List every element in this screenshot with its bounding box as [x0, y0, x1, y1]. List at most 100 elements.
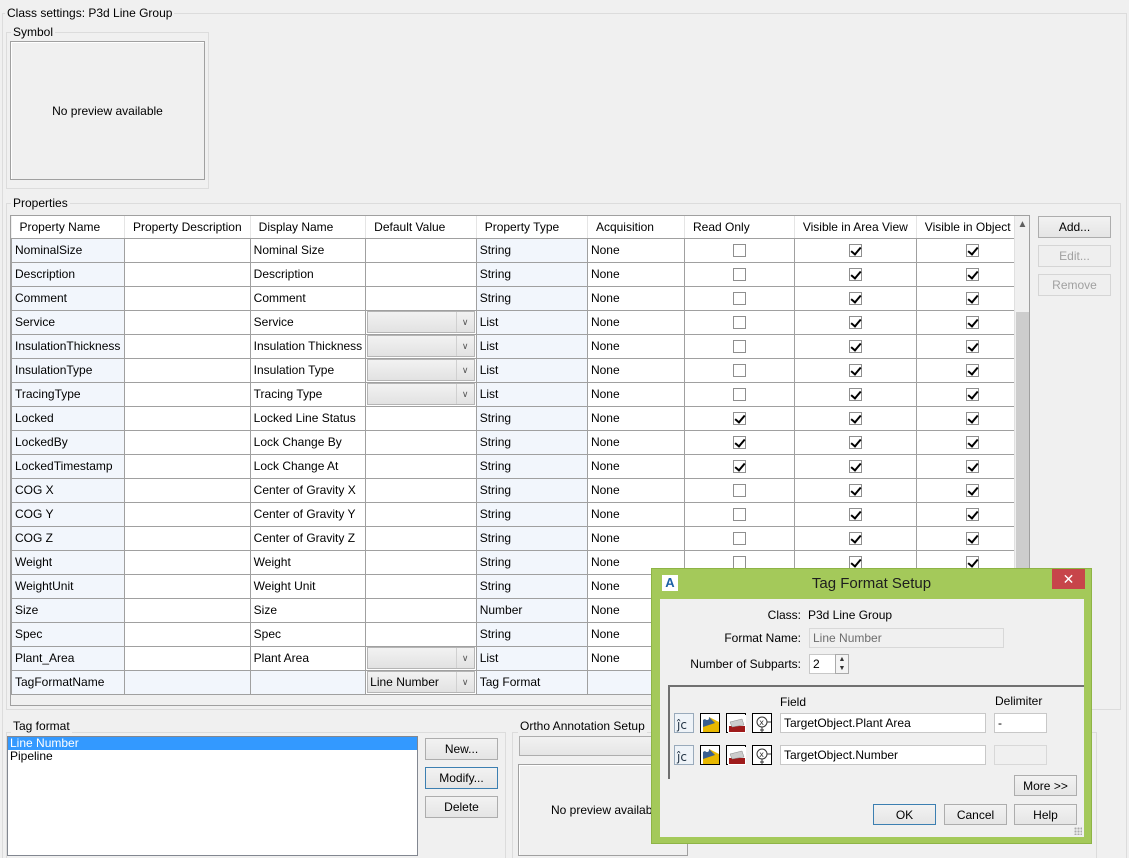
property-type-cell[interactable]: String [475, 405, 588, 431]
delimiter-input[interactable]: - [994, 713, 1047, 733]
checkbox[interactable] [848, 364, 862, 378]
drawing-property-icon[interactable] [726, 713, 746, 733]
vis-area-cell[interactable] [793, 429, 917, 455]
chevron-down-icon[interactable]: ∨ [455, 384, 474, 404]
checkbox[interactable] [965, 292, 979, 306]
modify-tag-format-button[interactable]: Modify... [425, 767, 498, 789]
checkbox[interactable] [732, 316, 746, 330]
table-row[interactable]: COG X Center of Gravity X String None [11, 477, 1029, 503]
default-value-cell[interactable]: ∨ [365, 357, 477, 383]
vis-area-cell[interactable] [793, 333, 917, 359]
display-name-cell[interactable]: Plant Area [249, 645, 367, 671]
display-name-cell[interactable]: Weight [249, 549, 367, 575]
display-name-cell[interactable]: Service [249, 309, 367, 335]
read-only-cell[interactable] [684, 261, 795, 287]
default-value-dropdown[interactable]: ∨ [367, 383, 475, 405]
display-name-cell[interactable]: Comment [249, 285, 367, 311]
read-only-cell[interactable] [684, 453, 795, 479]
display-name-cell[interactable]: Lock Change At [249, 453, 367, 479]
read-only-cell[interactable] [684, 429, 795, 455]
acquisition-cell[interactable]: None [586, 477, 686, 503]
column-header[interactable]: Property Name [11, 216, 125, 239]
subparts-spinner[interactable]: ▲ ▼ [835, 654, 849, 674]
vis-object-cell[interactable] [915, 381, 1029, 407]
property-type-cell[interactable]: List [475, 309, 588, 335]
property-type-cell[interactable]: String [475, 429, 588, 455]
property-description-cell[interactable] [123, 573, 251, 599]
property-type-cell[interactable]: String [475, 477, 588, 503]
column-header[interactable]: Visible in Object [916, 216, 1029, 239]
default-value-dropdown[interactable]: ∨ [367, 335, 475, 357]
property-name-cell[interactable]: Description [11, 261, 125, 287]
property-description-cell[interactable] [123, 333, 251, 359]
chevron-down-icon[interactable]: ∨ [455, 648, 474, 668]
property-name-cell[interactable]: WeightUnit [11, 573, 125, 599]
property-type-cell[interactable]: List [475, 645, 588, 671]
checkbox[interactable] [965, 388, 979, 402]
checkbox[interactable] [965, 460, 979, 474]
help-button[interactable]: Help [1014, 804, 1077, 825]
checkbox[interactable] [965, 532, 979, 546]
read-only-cell[interactable] [684, 357, 795, 383]
property-name-cell[interactable]: TracingType [11, 381, 125, 407]
display-name-cell[interactable]: Nominal Size [249, 237, 367, 263]
vis-area-cell[interactable] [793, 261, 917, 287]
vis-object-cell[interactable] [915, 453, 1029, 479]
display-name-cell[interactable]: Lock Change By [249, 429, 367, 455]
vis-area-cell[interactable] [793, 237, 917, 263]
default-value-cell[interactable] [365, 405, 477, 431]
checkbox[interactable] [965, 412, 979, 426]
default-value-cell[interactable] [365, 621, 477, 647]
property-name-cell[interactable]: TagFormatName [11, 669, 125, 695]
property-type-cell[interactable]: String [475, 621, 588, 647]
default-value-cell[interactable]: Line Number ∨ [365, 669, 477, 695]
read-only-cell[interactable] [684, 309, 795, 335]
drawing-property-icon[interactable] [726, 745, 746, 765]
default-value-cell[interactable] [365, 261, 477, 287]
default-value-cell[interactable]: ∨ [365, 381, 477, 407]
property-type-cell[interactable]: String [475, 285, 588, 311]
property-description-cell[interactable] [123, 525, 251, 551]
table-row[interactable]: LockedTimestamp Lock Change At String None [11, 453, 1029, 479]
checkbox[interactable] [965, 244, 979, 258]
vis-area-cell[interactable] [793, 285, 917, 311]
dialog-title[interactable]: Tag Format Setup [652, 569, 1091, 599]
display-name-cell[interactable]: Spec [249, 621, 367, 647]
acquisition-cell[interactable]: None [586, 525, 686, 551]
property-name-cell[interactable]: Comment [11, 285, 125, 311]
display-name-cell[interactable]: Tracing Type [249, 381, 367, 407]
subparts-input[interactable]: 2 [809, 654, 836, 674]
default-value-cell[interactable] [365, 237, 477, 263]
default-value-cell[interactable] [365, 477, 477, 503]
ok-button[interactable]: OK [873, 804, 936, 825]
vis-object-cell[interactable] [915, 357, 1029, 383]
property-description-cell[interactable] [123, 285, 251, 311]
spin-down-icon[interactable]: ▼ [836, 664, 848, 673]
default-value-cell[interactable] [365, 453, 477, 479]
checkbox[interactable] [848, 244, 862, 258]
checkbox[interactable] [732, 460, 746, 474]
property-type-cell[interactable]: String [475, 237, 588, 263]
acquisition-cell[interactable]: None [586, 285, 686, 311]
vis-object-cell[interactable] [915, 285, 1029, 311]
read-only-cell[interactable] [684, 237, 795, 263]
property-type-cell[interactable]: List [475, 381, 588, 407]
default-value-cell[interactable] [365, 285, 477, 311]
vis-area-cell[interactable] [793, 501, 917, 527]
display-name-cell[interactable]: Center of Gravity Y [249, 501, 367, 527]
read-only-cell[interactable] [684, 333, 795, 359]
checkbox[interactable] [848, 388, 862, 402]
acquisition-cell[interactable]: None [586, 237, 686, 263]
read-only-cell[interactable] [684, 525, 795, 551]
property-description-cell[interactable] [123, 621, 251, 647]
property-description-cell[interactable] [123, 429, 251, 455]
default-value-cell[interactable]: ∨ [365, 645, 477, 671]
vis-object-cell[interactable] [915, 501, 1029, 527]
read-only-cell[interactable] [684, 405, 795, 431]
display-name-cell[interactable]: Size [249, 597, 367, 623]
property-description-cell[interactable] [123, 309, 251, 335]
resize-grip-icon[interactable] [1074, 827, 1082, 835]
property-type-cell[interactable]: String [475, 453, 588, 479]
property-name-cell[interactable]: Locked [11, 405, 125, 431]
property-description-cell[interactable] [123, 645, 251, 671]
